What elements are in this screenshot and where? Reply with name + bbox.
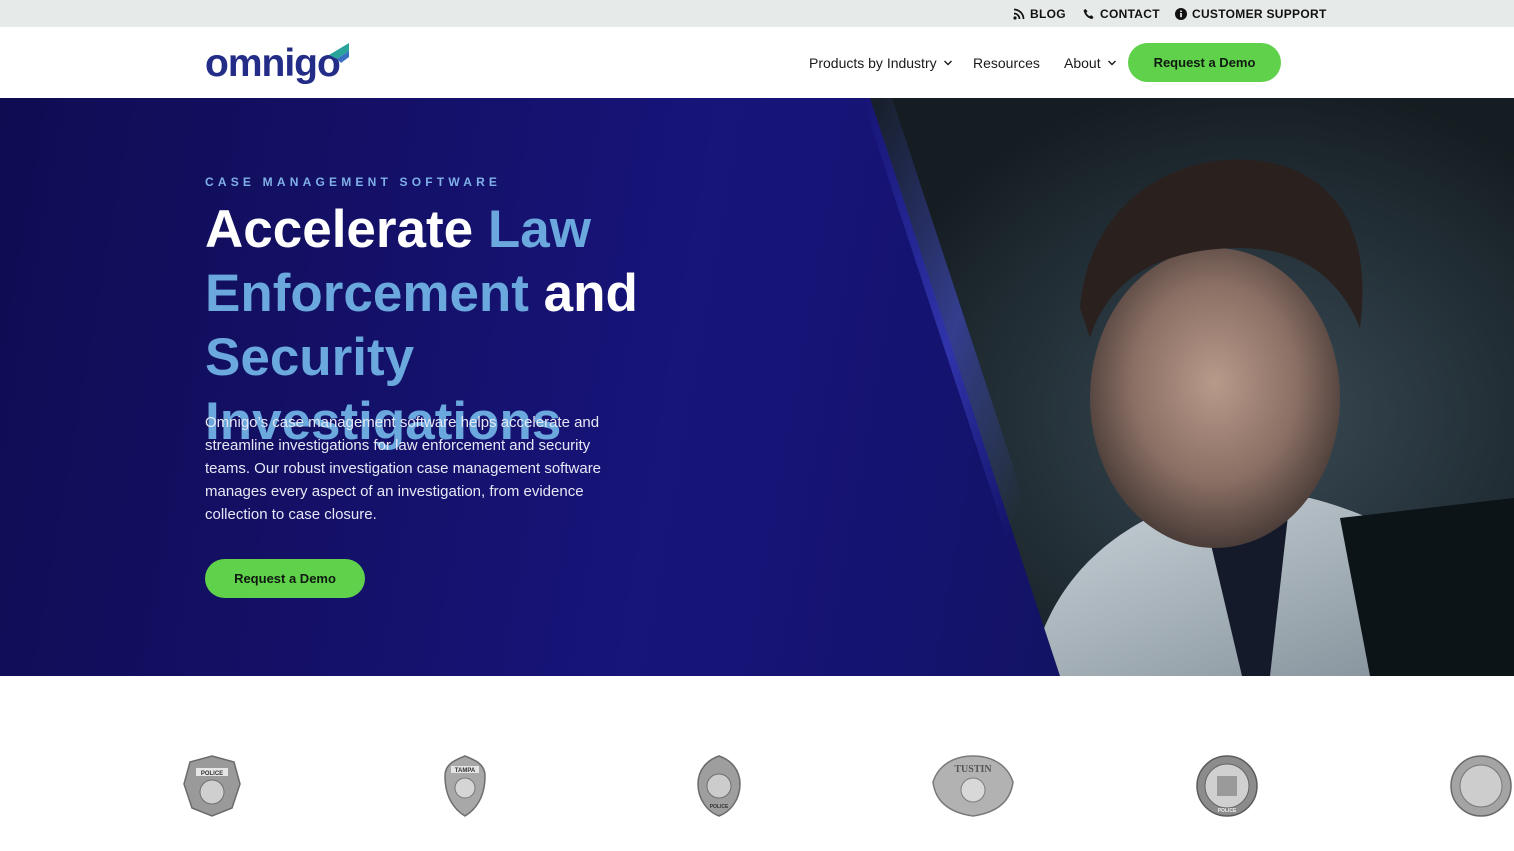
contact-link[interactable]: CONTACT	[1083, 0, 1160, 27]
chevron-down-icon	[943, 60, 952, 65]
nav-products-by-industry[interactable]: Products by Industry	[809, 27, 953, 98]
headline-part-enforcement: Enforcement	[205, 264, 529, 323]
header-request-demo-button[interactable]: Request a Demo	[1128, 43, 1281, 82]
nav-products-label: Products by Industry	[809, 54, 937, 71]
info-icon	[1175, 7, 1187, 20]
utility-bar: BLOG CONTACT CUSTOMER SUPPORT	[0, 0, 1514, 27]
badge-2-label: TAMPA	[455, 768, 476, 774]
logo-wordmark: omnigo	[205, 42, 341, 85]
nav-resources-label: Resources	[973, 54, 1040, 71]
county-police-seal-icon: POLICE	[1196, 755, 1258, 817]
headline-part-and: and	[528, 264, 638, 323]
customer-support-link[interactable]: CUSTOMER SUPPORT	[1175, 0, 1327, 27]
contact-label: CONTACT	[1100, 6, 1160, 21]
tustin-police-badge-icon: TUSTIN	[932, 755, 1014, 817]
headline-part-accelerate: Accelerate	[205, 200, 488, 259]
site-header: omnigo Products by Industry Resources Ab…	[0, 27, 1514, 98]
badge-1-label: POLICE	[201, 771, 223, 777]
hero-eyebrow: CASE MANAGEMENT SOFTWARE	[205, 175, 502, 189]
rss-icon	[1013, 8, 1025, 20]
police-badge-3-icon: POLICE	[697, 755, 741, 817]
customer-logos-strip: POLICE TAMPA POLICE TUSTIN POLICE	[0, 676, 1514, 851]
headline-part-law: Law	[487, 200, 591, 259]
nav-about-label: About	[1064, 54, 1101, 71]
chevron-down-icon	[1107, 60, 1116, 65]
blog-label: BLOG	[1030, 6, 1066, 21]
tampa-police-badge-icon: TAMPA	[444, 755, 486, 817]
badge-4-label: TUSTIN	[954, 764, 992, 775]
badge-3-label: POLICE	[710, 804, 729, 810]
phone-icon	[1083, 8, 1094, 19]
logo-mark-icon	[329, 43, 349, 63]
nav-resources[interactable]: Resources	[973, 27, 1040, 98]
partial-seal-icon	[1450, 755, 1512, 817]
nav-about[interactable]: About	[1064, 27, 1117, 98]
customer-support-label: CUSTOMER SUPPORT	[1192, 6, 1327, 21]
headline-part-security: Security	[205, 328, 415, 387]
alexandria-police-badge-icon: POLICE	[183, 755, 241, 817]
badge-5-label: POLICE	[1218, 808, 1237, 814]
hero-request-demo-button[interactable]: Request a Demo	[205, 559, 365, 598]
hero-description: Omnigo’s case management software helps …	[205, 414, 602, 523]
blog-link[interactable]: BLOG	[1013, 0, 1066, 27]
hero-section: CASE MANAGEMENT SOFTWARE Accelerate Law E…	[0, 98, 1514, 676]
omnigo-logo[interactable]: omnigo	[205, 43, 350, 85]
